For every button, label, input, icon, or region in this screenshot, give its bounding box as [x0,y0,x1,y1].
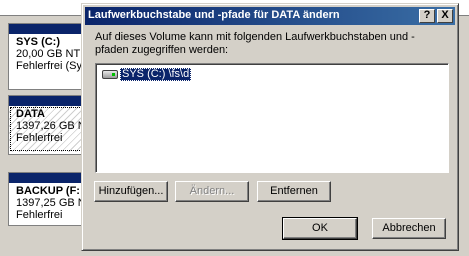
help-button[interactable]: ? [419,9,435,23]
drive-path-list[interactable]: SYS (C:) \fs\d [95,63,449,173]
list-item[interactable]: SYS (C:) \fs\d [102,67,192,82]
dialog-description: Auf dieses Volume kann mit folgenden Lau… [95,31,415,56]
dialog-title: Laufwerkbuchstabe und -pfade für DATA än… [88,9,340,21]
remove-button[interactable]: Entfernen [257,181,331,202]
volume-size: 1397,26 GB N [16,120,86,132]
volume-name: DATA [16,108,45,120]
volume-name: BACKUP (F: [16,185,80,197]
volume-bar [9,24,87,34]
list-item-label: SYS (C:) \fs\d [120,68,192,81]
volume-backup[interactable]: BACKUP (F: 1397,25 GB N Fehlerfrei [8,172,88,226]
cancel-button[interactable]: Abbrechen [372,218,446,239]
change-drive-letter-dialog: Laufwerkbuchstabe und -pfade für DATA än… [81,3,459,251]
drive-icon [102,70,118,79]
ok-button[interactable]: OK [282,217,358,240]
volume-size: 1397,25 GB N [16,197,86,209]
edit-button[interactable]: Ändern... [175,181,249,202]
close-button[interactable]: X [437,9,453,23]
volume-bar [9,96,87,106]
dialog-title-bar[interactable]: Laufwerkbuchstabe und -pfade für DATA än… [85,7,455,25]
volume-status: Fehlerfrei [16,132,63,144]
volume-status: Fehlerfrei (Sy [16,60,83,72]
volume-sys[interactable]: SYS (C:) 20,00 GB NTF Fehlerfrei (Sy [8,23,88,90]
volume-bar [9,173,87,183]
add-button[interactable]: Hinzufügen... [94,181,168,202]
volume-size: 20,00 GB NTF [16,48,87,60]
volume-name: SYS (C:) [16,36,60,48]
volume-data[interactable]: DATA 1397,26 GB N Fehlerfrei [8,95,88,155]
volume-status: Fehlerfrei [16,209,63,221]
